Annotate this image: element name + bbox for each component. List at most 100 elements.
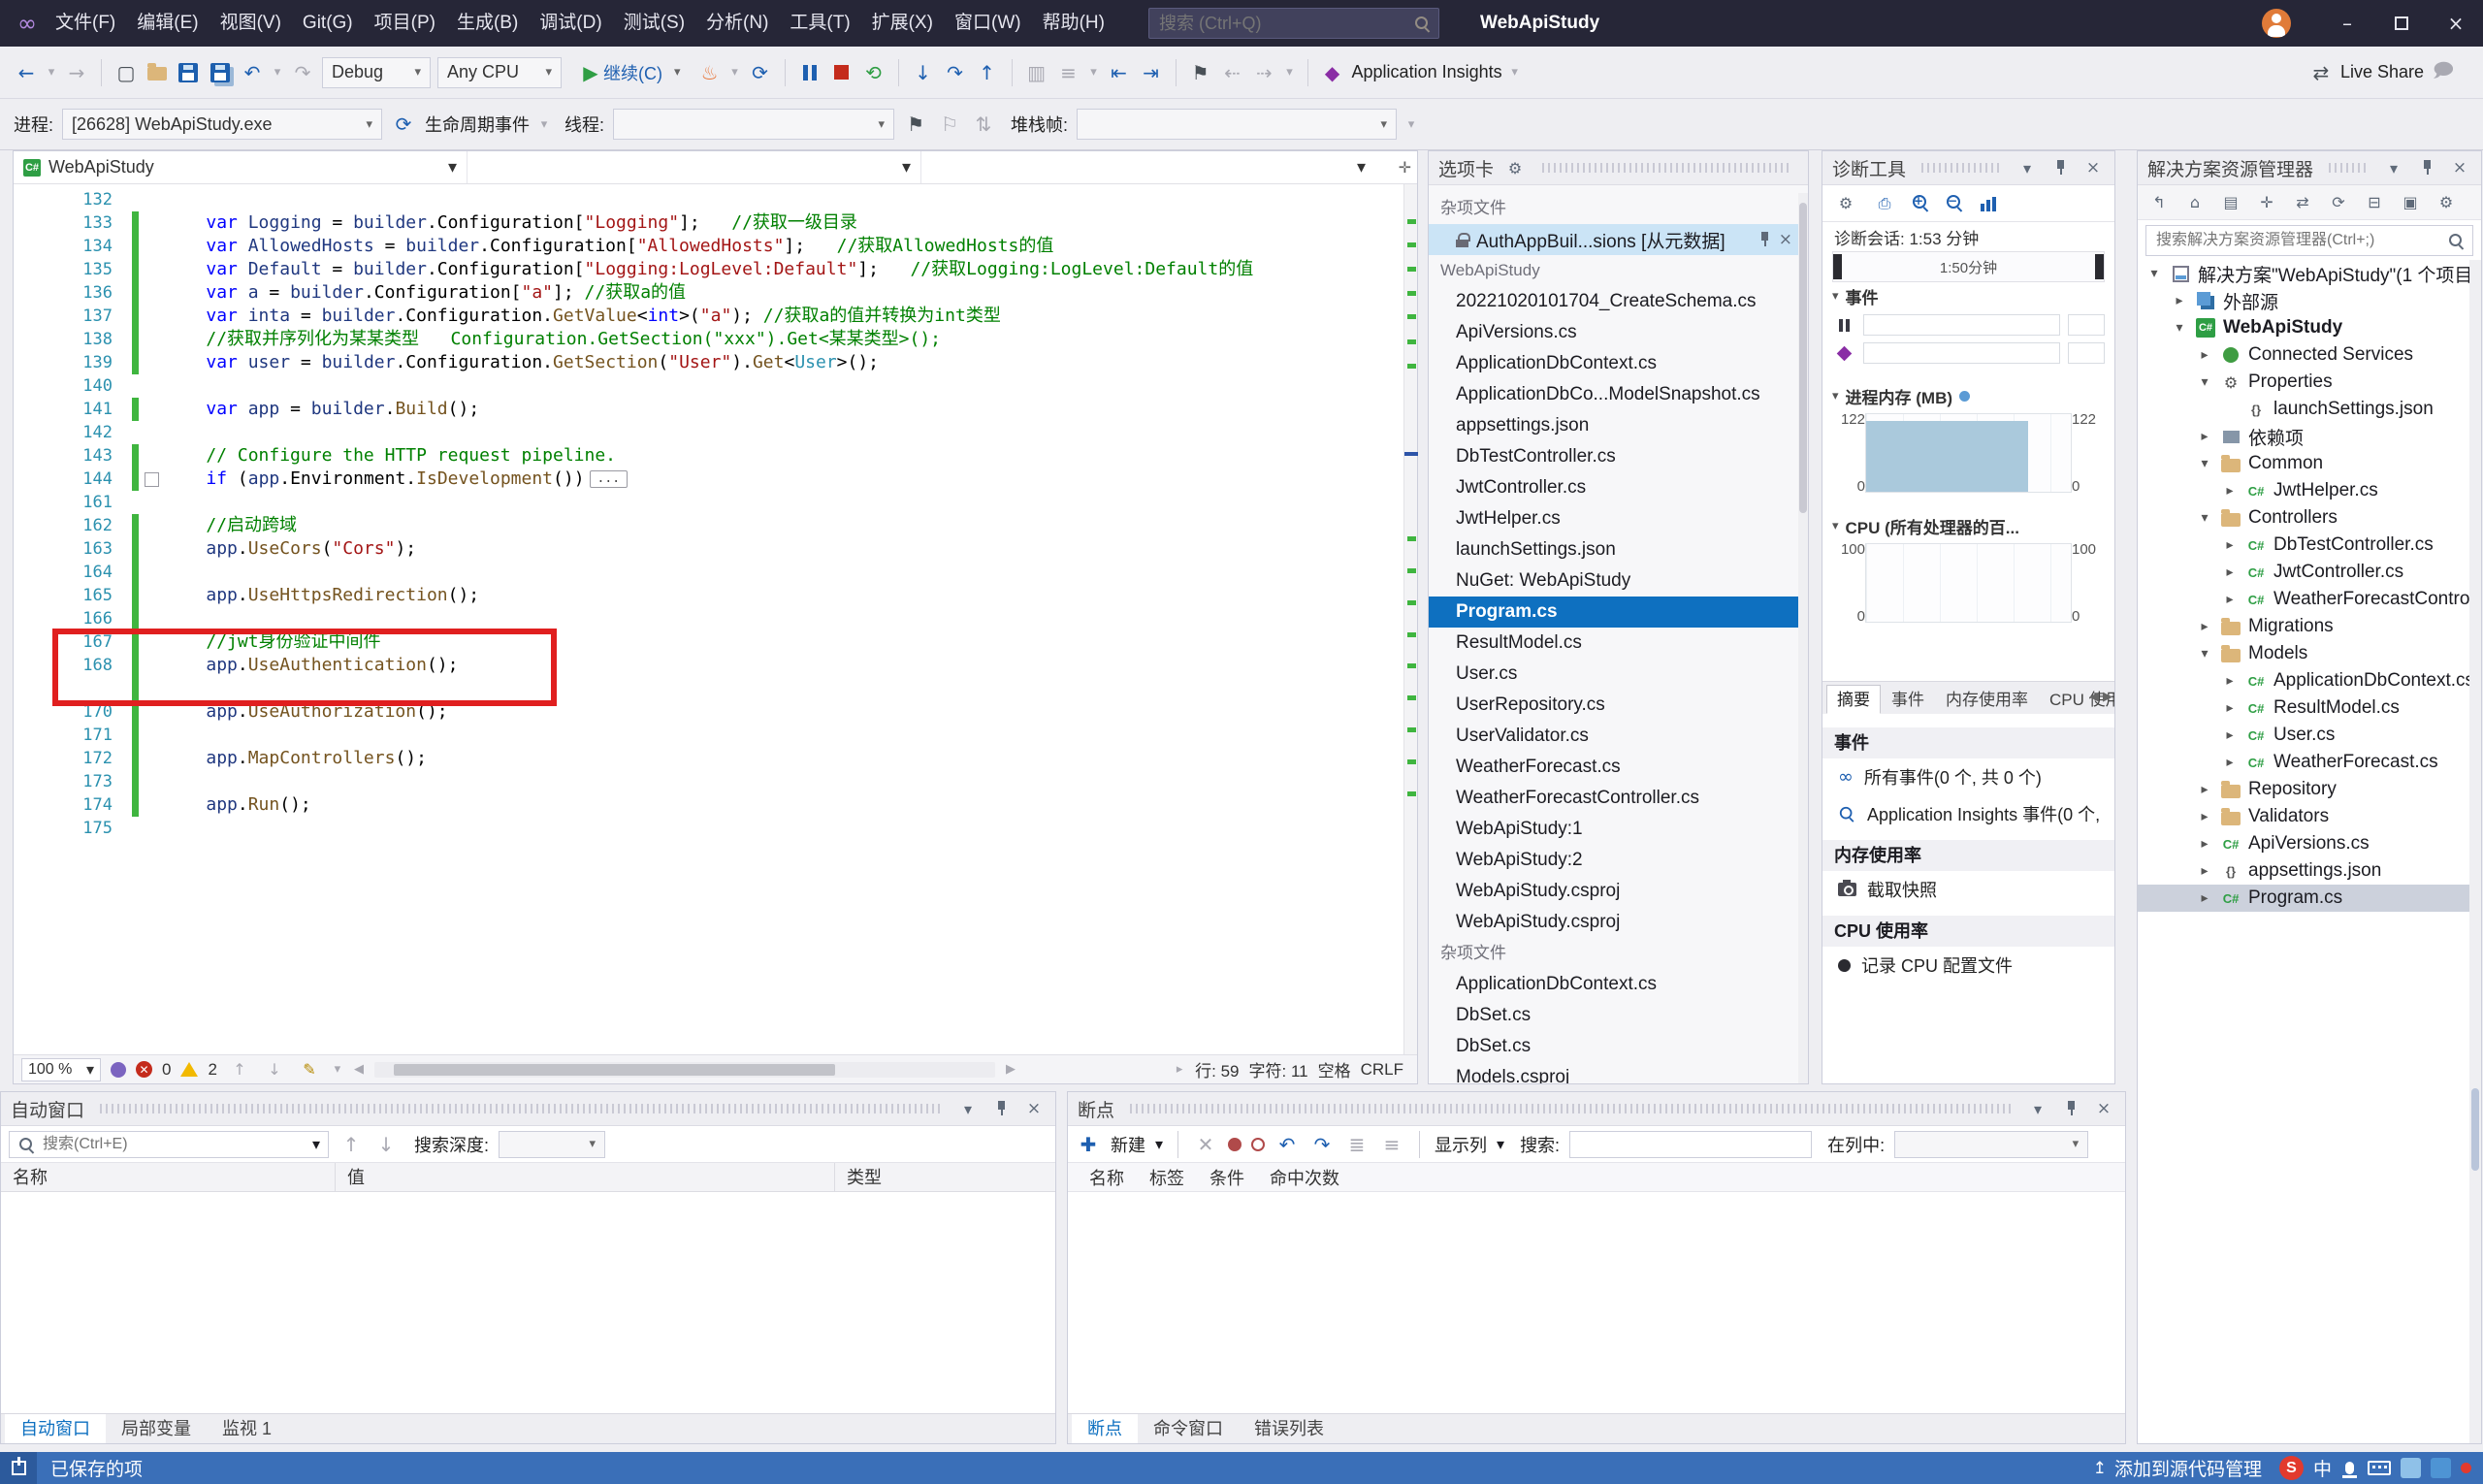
quick-search-box[interactable] (1148, 8, 1439, 39)
code-line[interactable]: 135 var Default = builder.Configuration[… (14, 258, 1403, 281)
process-select[interactable]: [26628] WebApiStudy.exe▾ (62, 109, 382, 140)
expander-icon[interactable]: ▸ (2196, 619, 2213, 634)
application-insights-label[interactable]: Application Insights (1352, 62, 1502, 82)
collapse-all-icon[interactable]: ⊟ (2363, 191, 2386, 214)
restart-app-icon[interactable]: ⟳ (748, 59, 773, 86)
tree-item[interactable]: ▸C#JwtHelper.cs (2138, 477, 2469, 504)
panel-tab[interactable]: 断点 (1072, 1414, 1138, 1443)
unflag-threads-icon[interactable]: ⚐ (937, 111, 962, 138)
code-line[interactable]: 162 //启动跨域 (14, 514, 1403, 537)
panel-drag-handle[interactable] (100, 1104, 941, 1113)
scroll-right-icon[interactable]: ▶ (2103, 690, 2112, 704)
document-tab[interactable]: WebApiStudy:1 (1429, 814, 1798, 845)
code-line[interactable]: 137 var inta = builder.Configuration.Get… (14, 305, 1403, 328)
pin-icon[interactable] (2048, 156, 2072, 179)
error-count[interactable]: 0 (162, 1060, 171, 1080)
thread-select[interactable]: ▾ (613, 109, 894, 140)
expander-icon[interactable]: ▾ (2196, 374, 2213, 390)
ime-language-indicator[interactable]: 中 (2313, 1455, 2332, 1481)
next-bookmark-icon[interactable]: ⇢ (1252, 59, 1277, 86)
diag-tab[interactable]: 事件 (1881, 685, 1935, 714)
document-tab[interactable]: UserValidator.cs (1429, 721, 1798, 752)
code-line[interactable]: 166 (14, 607, 1403, 630)
panel-tab[interactable]: 错误列表 (1239, 1414, 1339, 1443)
cpu-section-header[interactable]: ▾ CPU (所有处理器的百... (1822, 512, 2114, 539)
scroll-right-icon[interactable]: ▶ (1005, 1056, 1016, 1083)
breadcrumb-member-select[interactable]: ▾ (921, 151, 1375, 183)
sync-with-active-document-icon[interactable]: ⇄ (2291, 191, 2314, 214)
intellisense-status-icon[interactable] (111, 1062, 126, 1078)
app-insights-events-link[interactable]: Application Insights 事件(0 个, (1822, 795, 2114, 832)
panel-tab[interactable]: 自动窗口 (5, 1414, 106, 1443)
grid-column-header[interactable]: 名称 (1089, 1165, 1124, 1190)
code-line[interactable]: 140 (14, 374, 1403, 398)
editor-split-button[interactable]: ✛ (1375, 151, 1417, 183)
grid-column-header[interactable]: 名称 (1, 1163, 336, 1192)
chevron-down-icon[interactable]: ▾ (2382, 156, 2405, 179)
document-tab[interactable]: Program.cs (1429, 597, 1798, 628)
tree-item[interactable]: {}launchSettings.json (2138, 396, 2469, 423)
document-tab[interactable]: WebApiStudy.csproj (1429, 907, 1798, 938)
solution-search-input[interactable] (2154, 231, 2441, 250)
pending-changes-filter-icon[interactable]: ✛ (2255, 191, 2278, 214)
expander-icon[interactable]: ▾ (2145, 266, 2163, 281)
navigate-forward-icon[interactable]: → (64, 59, 89, 86)
tree-item[interactable]: ▾C#WebApiStudy (2138, 314, 2469, 341)
chevron-down-icon[interactable]: ▾ (2026, 1097, 2049, 1120)
collapsed-region[interactable]: ... (590, 470, 628, 488)
autos-search-input[interactable] (41, 1135, 306, 1154)
code-line[interactable]: 173 (14, 770, 1403, 793)
lifecycle-events-label[interactable]: 生命周期事件 (425, 112, 530, 137)
sogou-ime-icon[interactable]: S (2279, 1456, 2304, 1480)
tree-item[interactable]: ▾⚙Properties (2138, 369, 2469, 396)
editor-horizontal-scrollbar[interactable] (374, 1062, 995, 1078)
menu-item[interactable]: 编辑(E) (126, 0, 209, 47)
expander-icon[interactable]: ▸ (2196, 782, 2213, 797)
expander-icon[interactable]: ▸ (2221, 537, 2239, 553)
zoom-in-icon[interactable]: + (1912, 194, 1930, 212)
keyboard-icon[interactable] (2368, 1461, 2391, 1475)
lifecycle-dropdown-icon[interactable]: ▾ (538, 111, 550, 138)
breadcrumb-type-select[interactable]: ▾ (468, 151, 921, 183)
scrollbar-thumb[interactable] (394, 1064, 835, 1076)
code-line[interactable]: 138 //获取并序列化为某某类型 Configuration.GetSecti… (14, 328, 1403, 351)
expander-icon[interactable]: ▸ (2221, 565, 2239, 580)
show-threads-icon[interactable]: ⇅ (971, 111, 996, 138)
diag-tab[interactable]: 内存使用率 (1935, 685, 2039, 714)
show-all-files-icon[interactable]: ▣ (2399, 191, 2422, 214)
saved-items-icon[interactable] (0, 1452, 37, 1484)
expander-icon[interactable]: ▸ (2221, 727, 2239, 743)
document-tab[interactable]: User.cs (1429, 659, 1798, 690)
panel-tab[interactable]: 监视 1 (207, 1414, 287, 1443)
properties-icon[interactable]: ⚙ (2435, 191, 2458, 214)
step-over-icon[interactable]: ↷ (943, 59, 968, 86)
quick-search-input[interactable] (1157, 13, 1413, 35)
show-output-icon[interactable]: ≡ (1056, 59, 1081, 86)
indentation-indicator[interactable]: 空格 (1318, 1057, 1351, 1081)
code-line[interactable]: 139 var user = builder.Configuration.Get… (14, 351, 1403, 374)
menu-item[interactable]: 窗口(W) (944, 0, 1032, 47)
pin-icon[interactable] (2059, 1097, 2082, 1120)
tree-item[interactable]: ▸{}appsettings.json (2138, 857, 2469, 885)
document-tab[interactable]: appsettings.json (1429, 410, 1798, 441)
tree-item[interactable]: ▸C#JwtController.cs (2138, 559, 2469, 586)
code-cleanup-dropdown-icon[interactable]: ▾ (332, 1056, 343, 1083)
tree-item[interactable]: ▸Validators (2138, 803, 2469, 830)
search-up-icon[interactable]: ↑ (339, 1131, 364, 1158)
autos-search-box[interactable]: ▾ (9, 1131, 329, 1158)
search-down-icon[interactable]: ↓ (373, 1131, 399, 1158)
notification-badge[interactable] (2461, 1463, 2471, 1473)
tree-item[interactable]: ▸C#ApplicationDbContext.cs (2138, 667, 2469, 694)
live-share-label[interactable]: Live Share (2340, 62, 2424, 82)
continue-button[interactable]: ▶ 继续(C) ▾ (568, 57, 691, 88)
breakpoints-search-box[interactable] (1569, 1131, 1812, 1158)
autos-grid-body[interactable] (1, 1192, 1055, 1413)
in-column-select[interactable]: ▾ (1894, 1131, 2088, 1158)
document-tab[interactable]: AuthAppBuil...sions [从元数据]× (1429, 224, 1798, 255)
tree-item[interactable]: ▾Common (2138, 450, 2469, 477)
expander-icon[interactable]: ▸ (2221, 592, 2239, 607)
tree-item[interactable]: ▸C#Program.cs (2138, 885, 2469, 912)
bookmark-icon[interactable]: ⚑ (1188, 59, 1213, 86)
close-icon[interactable]: × (1779, 230, 1792, 249)
code-line[interactable]: 136 var a = builder.Configuration["a"]; … (14, 281, 1403, 305)
